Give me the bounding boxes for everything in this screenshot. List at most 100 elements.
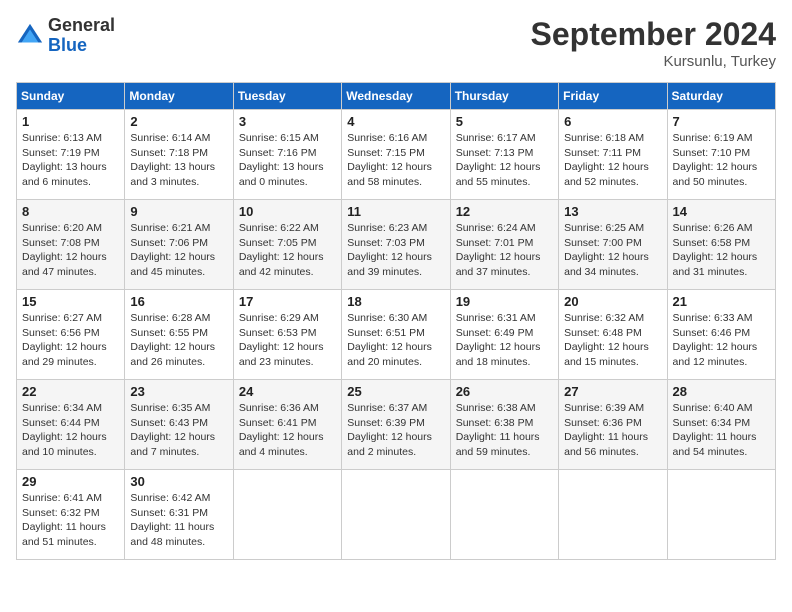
day-info: Sunrise: 6:22 AMSunset: 7:05 PMDaylight:… — [239, 221, 336, 280]
calendar-cell: 9 Sunrise: 6:21 AMSunset: 7:06 PMDaylight… — [125, 200, 233, 290]
calendar-cell: 5Sunrise: 6:17 AMSunset: 7:13 PMDaylight… — [450, 110, 558, 200]
calendar-cell: 11 Sunrise: 6:23 AMSunset: 7:03 PMDayligh… — [342, 200, 450, 290]
calendar-cell: 15 Sunrise: 6:27 AMSunset: 6:56 PMDayligh… — [17, 290, 125, 380]
day-info: Sunrise: 6:29 AMSunset: 6:53 PMDaylight:… — [239, 311, 336, 370]
day-info: Sunrise: 6:16 AMSunset: 7:15 PMDaylight:… — [347, 131, 444, 190]
day-number: 29 — [22, 474, 119, 489]
weekday-header: Saturday — [667, 83, 775, 110]
calendar-week-row: 8 Sunrise: 6:20 AMSunset: 7:08 PMDaylight… — [17, 200, 776, 290]
day-number: 22 — [22, 384, 119, 399]
calendar-week-row: 29Sunrise: 6:41 AMSunset: 6:32 PMDayligh… — [17, 470, 776, 560]
calendar-cell — [559, 470, 667, 560]
day-info: Sunrise: 6:26 AMSunset: 6:58 PMDaylight:… — [673, 221, 770, 280]
day-info: Sunrise: 6:42 AMSunset: 6:31 PMDaylight:… — [130, 491, 227, 550]
calendar-cell: 10 Sunrise: 6:22 AMSunset: 7:05 PMDayligh… — [233, 200, 341, 290]
calendar-cell: 4 Sunrise: 6:16 AMSunset: 7:15 PMDaylight… — [342, 110, 450, 200]
calendar-cell — [667, 470, 775, 560]
calendar-cell: 1 Sunrise: 6:13 AMSunset: 7:19 PMDaylight… — [17, 110, 125, 200]
day-number: 10 — [239, 204, 336, 219]
calendar-cell: 29Sunrise: 6:41 AMSunset: 6:32 PMDayligh… — [17, 470, 125, 560]
calendar-cell: 23 Sunrise: 6:35 AMSunset: 6:43 PMDayligh… — [125, 380, 233, 470]
day-info: Sunrise: 6:34 AMSunset: 6:44 PMDaylight:… — [22, 401, 119, 460]
day-number: 11 — [347, 204, 444, 219]
calendar-cell: 7 Sunrise: 6:19 AMSunset: 7:10 PMDaylight… — [667, 110, 775, 200]
calendar-week-row: 1 Sunrise: 6:13 AMSunset: 7:19 PMDaylight… — [17, 110, 776, 200]
logo-icon — [16, 22, 44, 50]
weekday-header: Friday — [559, 83, 667, 110]
logo: General Blue — [16, 16, 115, 56]
day-info: Sunrise: 6:38 AMSunset: 6:38 PMDaylight:… — [456, 401, 553, 460]
day-number: 8 — [22, 204, 119, 219]
day-info: Sunrise: 6:31 AMSunset: 6:49 PMDaylight:… — [456, 311, 553, 370]
day-number: 7 — [673, 114, 770, 129]
day-number: 1 — [22, 114, 119, 129]
calendar-cell: 20Sunrise: 6:32 AMSunset: 6:48 PMDayligh… — [559, 290, 667, 380]
day-number: 30 — [130, 474, 227, 489]
day-number: 9 — [130, 204, 227, 219]
day-info: Sunrise: 6:30 AMSunset: 6:51 PMDaylight:… — [347, 311, 444, 370]
day-number: 20 — [564, 294, 661, 309]
day-info: Sunrise: 6:39 AMSunset: 6:36 PMDaylight:… — [564, 401, 661, 460]
weekday-header: Thursday — [450, 83, 558, 110]
calendar-table: SundayMondayTuesdayWednesdayThursdayFrid… — [16, 82, 776, 560]
day-info: Sunrise: 6:14 AMSunset: 7:18 PMDaylight:… — [130, 131, 227, 190]
day-number: 24 — [239, 384, 336, 399]
calendar-cell — [342, 470, 450, 560]
calendar-cell: 17 Sunrise: 6:29 AMSunset: 6:53 PMDayligh… — [233, 290, 341, 380]
day-number: 17 — [239, 294, 336, 309]
calendar-cell: 26Sunrise: 6:38 AMSunset: 6:38 PMDayligh… — [450, 380, 558, 470]
calendar-cell: 13Sunrise: 6:25 AMSunset: 7:00 PMDayligh… — [559, 200, 667, 290]
day-number: 2 — [130, 114, 227, 129]
day-info: Sunrise: 6:21 AMSunset: 7:06 PMDaylight:… — [130, 221, 227, 280]
day-number: 25 — [347, 384, 444, 399]
calendar-cell: 16 Sunrise: 6:28 AMSunset: 6:55 PMDayligh… — [125, 290, 233, 380]
calendar-cell: 14 Sunrise: 6:26 AMSunset: 6:58 PMDayligh… — [667, 200, 775, 290]
calendar-cell: 25Sunrise: 6:37 AMSunset: 6:39 PMDayligh… — [342, 380, 450, 470]
day-number: 15 — [22, 294, 119, 309]
calendar-cell: 27Sunrise: 6:39 AMSunset: 6:36 PMDayligh… — [559, 380, 667, 470]
calendar-cell — [450, 470, 558, 560]
day-number: 19 — [456, 294, 553, 309]
weekday-header: Wednesday — [342, 83, 450, 110]
location: Kursunlu, Turkey — [531, 53, 776, 70]
page-header: General Blue September 2024 Kursunlu, Tu… — [16, 16, 776, 70]
day-info: Sunrise: 6:35 AMSunset: 6:43 PMDaylight:… — [130, 401, 227, 460]
day-info: Sunrise: 6:40 AMSunset: 6:34 PMDaylight:… — [673, 401, 770, 460]
calendar-cell — [233, 470, 341, 560]
calendar-cell: 24 Sunrise: 6:36 AMSunset: 6:41 PMDayligh… — [233, 380, 341, 470]
calendar-cell: 2 Sunrise: 6:14 AMSunset: 7:18 PMDaylight… — [125, 110, 233, 200]
day-number: 12 — [456, 204, 553, 219]
title-block: September 2024 Kursunlu, Turkey — [531, 16, 776, 70]
calendar-cell: 18 Sunrise: 6:30 AMSunset: 6:51 PMDayligh… — [342, 290, 450, 380]
calendar-cell: 12 Sunrise: 6:24 AMSunset: 7:01 PMDayligh… — [450, 200, 558, 290]
day-number: 16 — [130, 294, 227, 309]
day-number: 4 — [347, 114, 444, 129]
day-info: Sunrise: 6:19 AMSunset: 7:10 PMDaylight:… — [673, 131, 770, 190]
weekday-header: Monday — [125, 83, 233, 110]
calendar-cell: 8 Sunrise: 6:20 AMSunset: 7:08 PMDaylight… — [17, 200, 125, 290]
day-info: Sunrise: 6:36 AMSunset: 6:41 PMDaylight:… — [239, 401, 336, 460]
day-number: 21 — [673, 294, 770, 309]
day-info: Sunrise: 6:20 AMSunset: 7:08 PMDaylight:… — [22, 221, 119, 280]
day-info: Sunrise: 6:27 AMSunset: 6:56 PMDaylight:… — [22, 311, 119, 370]
logo-general-text: General — [48, 15, 115, 35]
calendar-cell: 28Sunrise: 6:40 AMSunset: 6:34 PMDayligh… — [667, 380, 775, 470]
day-info: Sunrise: 6:25 AMSunset: 7:00 PMDaylight:… — [564, 221, 661, 280]
day-number: 6 — [564, 114, 661, 129]
day-info: Sunrise: 6:23 AMSunset: 7:03 PMDaylight:… — [347, 221, 444, 280]
calendar-cell: 6 Sunrise: 6:18 AMSunset: 7:11 PMDaylight… — [559, 110, 667, 200]
day-info: Sunrise: 6:24 AMSunset: 7:01 PMDaylight:… — [456, 221, 553, 280]
weekday-header: Tuesday — [233, 83, 341, 110]
month-title: September 2024 — [531, 16, 776, 53]
calendar-week-row: 15 Sunrise: 6:27 AMSunset: 6:56 PMDayligh… — [17, 290, 776, 380]
calendar-week-row: 22 Sunrise: 6:34 AMSunset: 6:44 PMDayligh… — [17, 380, 776, 470]
day-number: 14 — [673, 204, 770, 219]
calendar-cell: 22 Sunrise: 6:34 AMSunset: 6:44 PMDayligh… — [17, 380, 125, 470]
day-info: Sunrise: 6:18 AMSunset: 7:11 PMDaylight:… — [564, 131, 661, 190]
calendar-cell: 19 Sunrise: 6:31 AMSunset: 6:49 PMDayligh… — [450, 290, 558, 380]
day-info: Sunrise: 6:33 AMSunset: 6:46 PMDaylight:… — [673, 311, 770, 370]
day-info: Sunrise: 6:28 AMSunset: 6:55 PMDaylight:… — [130, 311, 227, 370]
day-number: 23 — [130, 384, 227, 399]
day-info: Sunrise: 6:13 AMSunset: 7:19 PMDaylight:… — [22, 131, 119, 190]
day-number: 18 — [347, 294, 444, 309]
